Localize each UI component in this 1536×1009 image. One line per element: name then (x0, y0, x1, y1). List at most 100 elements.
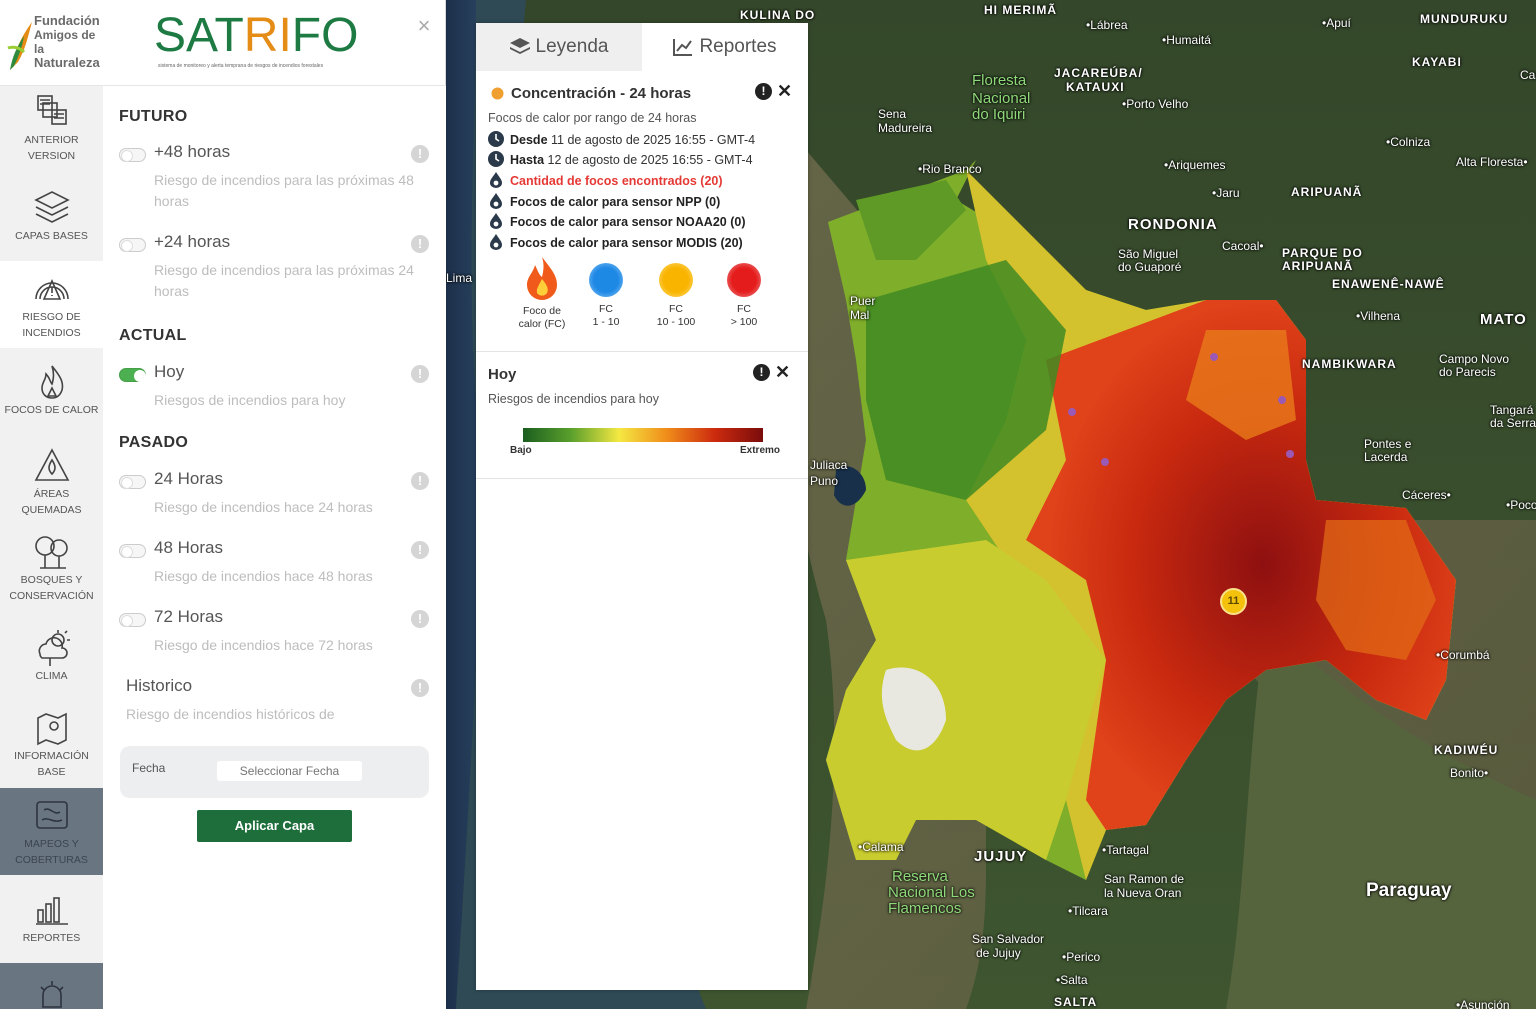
tab-reportes[interactable]: Reportes (642, 23, 808, 71)
tab-reportes-label: Reportes (699, 36, 777, 57)
modis-text: Focos de calor para sensor MODIS (20) (510, 236, 743, 250)
legend-fc-gt-100: FC > 100 (708, 263, 780, 329)
apply-layer-button[interactable]: Aplicar Capa (197, 810, 352, 842)
foundation-name: Fundación Amigos de la Naturaleza (34, 14, 102, 70)
orange-dot-icon (491, 87, 504, 100)
info-icon[interactable]: ! (411, 541, 429, 559)
info-icon[interactable]: ! (411, 235, 429, 253)
toggle-past48[interactable] (119, 544, 146, 558)
concentracion-close-icon[interactable]: ✕ (777, 82, 792, 100)
npp-text: Focos de calor para sensor NPP (0) (510, 195, 721, 209)
nav-label: REPORTES (22, 932, 81, 944)
info-icon[interactable]: ! (411, 472, 429, 490)
nav-item-mapeos-coberturas[interactable]: MAPEOS Y COBERTURAS (0, 788, 103, 875)
nav-item-focos-calor[interactable]: FOCOS DE CALOR (0, 356, 103, 428)
nav-item-capas-bases[interactable]: CAPAS BASES (0, 180, 103, 260)
layer-options-panel: FUTURO +48 horas Riesgo de incendios par… (103, 86, 446, 1009)
map-place-label: •Tilcara (1068, 904, 1108, 918)
legend-fc1-line1: FC (599, 303, 613, 315)
foundation-logo: Fundación Amigos de la Naturaleza (6, 14, 102, 72)
feather-logo-icon (7, 22, 32, 70)
divider (476, 478, 808, 479)
toggle-hoy[interactable] (119, 368, 146, 382)
hoy-close-icon[interactable]: ✕ (775, 363, 790, 381)
toggle-plus24[interactable] (119, 238, 146, 252)
nav-item-alerts[interactable] (0, 963, 103, 1009)
map-place-label: •Poco (1506, 498, 1536, 512)
info-icon[interactable]: ! (411, 145, 429, 163)
burned-area-icon (34, 448, 69, 481)
map-place-label: Flamencos (888, 900, 962, 917)
layer-desc: Riesgo de incendios históricos de (126, 706, 335, 722)
map-place-label: •Asunción (1456, 998, 1510, 1009)
hotspot-cluster-marker[interactable]: 11 (1220, 588, 1247, 615)
nav-item-clima[interactable]: CLIMA (0, 624, 103, 684)
info-icon[interactable]: ! (411, 679, 429, 697)
flame-marker-icon (527, 257, 557, 300)
map-place-label: Madureira (878, 121, 933, 135)
noaa20-row: Focos de calor para sensor NOAA20 (0) (488, 213, 746, 231)
legend-fc3-line1: FC (737, 303, 751, 315)
legend-foco-calor: Foco de calor (FC) (506, 257, 578, 331)
nav-item-areas-quemadas[interactable]: ÁREAS QUEMADAS (0, 442, 103, 522)
hasta-row: Hasta 12 de agosto de 2025 16:55 - GMT-4 (488, 151, 753, 169)
map-place-label: •Porto Velho (1122, 97, 1189, 111)
yellow-circle-icon (659, 263, 693, 297)
nav-item-reportes[interactable]: REPORTES (0, 884, 103, 956)
date-input[interactable] (217, 761, 362, 781)
nav-label: ANTERIOR VERSION (24, 134, 79, 162)
map-place-label: Reserva (892, 868, 948, 885)
fire-drop-icon (490, 172, 502, 188)
trees-icon (34, 536, 68, 569)
satrifo-wordmark: SATRIFO (154, 9, 358, 62)
hoy-info-icon[interactable]: ! (753, 364, 770, 381)
desde-label: Desde (510, 133, 548, 147)
map-place-label: ENAWENÊ-NAWÊ (1332, 277, 1445, 291)
sidebar: Fundación Amigos de la Naturaleza SATRIF… (0, 0, 446, 1009)
toggle-past72[interactable] (119, 613, 146, 627)
nav-item-anterior-version[interactable]: ANTERIOR VERSION (0, 86, 103, 173)
map-place-label: •Rio Branco (918, 162, 982, 176)
map-place-label: Puer (850, 294, 876, 308)
clock-icon (488, 131, 504, 147)
satrifo-logo: SATRIFO sistema de monitoreo y alerta te… (154, 9, 358, 80)
layer-desc: Riesgo de incendios para las próximas 48… (154, 172, 414, 209)
fire-drop-icon (490, 213, 502, 229)
sidebar-close-icon[interactable]: × (414, 15, 434, 37)
map-place-label: São Miguel (1118, 247, 1179, 261)
map-place-label: do Parecis (1439, 365, 1496, 379)
red-circle-icon (727, 263, 761, 297)
map-place-label: la Nueva Oran (1104, 886, 1182, 900)
concentracion-info-icon[interactable]: ! (755, 83, 772, 100)
map-place-label: Campo Novo (1439, 352, 1510, 366)
nav-item-informacion-base[interactable]: INFORMACIÓN BASE (0, 704, 103, 784)
map-place-label: da Serra (1490, 416, 1536, 430)
tab-leyenda-label: Leyenda (535, 36, 609, 57)
map-place-label: Paraguay (1366, 880, 1452, 901)
info-icon[interactable]: ! (411, 365, 429, 383)
nav-item-bosques-conservacion[interactable]: BOSQUES Y CONSERVACIÓN (0, 528, 103, 608)
map-place-label: •Jaru (1212, 186, 1240, 200)
map-place-label: Nacional (972, 90, 1031, 107)
line-chart-icon (673, 38, 693, 56)
map-place-label: MUNDURUKU (1420, 12, 1509, 26)
wordmark-ri: RI (243, 9, 292, 62)
grid-layers-icon (36, 95, 67, 125)
map-place-label: KADIWÉU (1434, 743, 1499, 757)
map-place-label: Nacional Los (888, 884, 975, 901)
map-place-label: San Salvador (972, 932, 1045, 946)
concentracion-subtitle: Focos de calor por rango de 24 horas (488, 111, 697, 125)
info-icon[interactable]: ! (411, 610, 429, 628)
map-place-label: Puno (810, 474, 839, 488)
map-place-label: ARIPUANÃ (1291, 185, 1363, 199)
toggle-plus48[interactable] (119, 148, 146, 162)
nav-label: RIESGO DE INCENDIOS (22, 311, 81, 339)
nav-label: ÁREAS QUEMADAS (21, 488, 82, 516)
divider (476, 351, 808, 352)
legend-fc1-line2: 1 - 10 (592, 316, 620, 328)
toggle-past24[interactable] (119, 475, 146, 489)
tab-leyenda[interactable]: Leyenda (476, 23, 642, 71)
map-place-label: •Humaitá (1162, 33, 1211, 47)
map-place-label: •Salta (1056, 973, 1088, 987)
nav-item-riesgo-incendios[interactable]: RIESGO DE INCENDIOS (0, 261, 103, 348)
